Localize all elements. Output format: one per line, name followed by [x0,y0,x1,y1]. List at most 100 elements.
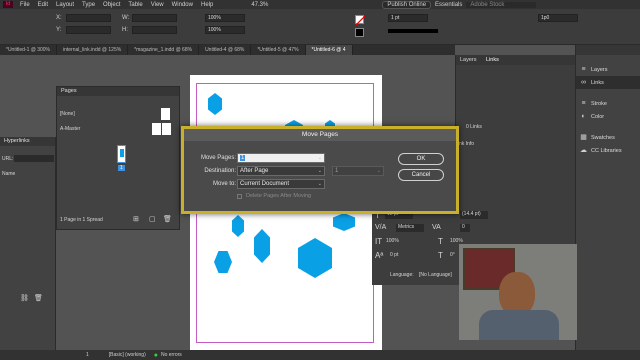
x-field[interactable] [66,14,111,22]
menu-object[interactable]: Object [99,2,124,8]
dock-swatches[interactable]: ▦ Swatches [576,131,640,144]
chevron-down-icon[interactable]: ⌄ [318,154,322,163]
cancel-button[interactable]: Cancel [398,169,444,181]
menu-help[interactable]: Help [197,2,217,8]
dock-links[interactable]: ∞ Links [576,76,640,89]
menu-edit[interactable]: Edit [34,2,52,8]
fill-swatch-icon[interactable] [355,15,366,26]
menu-file[interactable]: File [16,2,34,8]
url-field[interactable] [14,155,54,162]
h-label: H: [122,27,128,33]
name-column-header: Name [2,171,16,177]
menu-type[interactable]: Type [78,2,99,8]
a-master-label[interactable]: A-Master [60,126,80,132]
leading-field[interactable]: (14.4 pt) [460,211,488,219]
hyperlinks-panel: Hyperlinks URL: Name ⛓ 🗑 [0,137,56,350]
status-errors[interactable]: No errors [161,352,182,358]
dock-stroke-label: Stroke [591,100,607,107]
kerning-field[interactable]: Metrics [396,224,424,232]
dock-layers-label: Layers [591,66,608,73]
link-info-label[interactable]: nk Info [459,141,474,147]
tab-internal-link[interactable]: internal_link.indd @ 125% [57,45,129,55]
dock-stroke[interactable]: ≡ Stroke [576,97,640,110]
dock-color-label: Color [591,113,605,120]
delete-pages-checkbox[interactable] [237,194,242,199]
dialog-title: Move Pages [184,129,456,141]
language-label: Language: [390,272,414,278]
gutter-field[interactable]: 1p0 [538,14,578,22]
page-1-thumbnail[interactable] [117,145,126,163]
language-dropdown[interactable]: [No Language] [419,272,452,278]
chevron-down-icon: ⌄ [317,181,322,187]
y-label: Y: [56,27,62,33]
chevron-down-icon: ⌄ [376,168,381,174]
ok-button[interactable]: OK [398,153,444,165]
page-size-icon[interactable]: ⊞ [133,215,139,223]
color-icon: ◐ [581,113,586,120]
y-field[interactable] [66,26,111,34]
dock-swatches-label: Swatches [591,134,615,141]
tab-untitled-4[interactable]: Untitled-4 @ 68% [199,45,252,55]
links-icon: ∞ [581,79,586,86]
destination-value: After Page [240,168,269,174]
move-pages-dialog: Move Pages Move Pages: 1 ⌄ Destination: … [181,126,459,214]
character-panel: T 12 pt (14.4 pt) V/A Metrics VA 0 IT 10… [372,205,488,285]
stroke-weight-field[interactable]: 1 pt [388,14,428,22]
publish-online-button[interactable]: Publish Online [382,0,432,9]
h-field[interactable] [132,26,177,34]
vertical-scale-value[interactable]: 100% [386,238,399,244]
baseline-shift-icon: Aª [375,251,384,260]
url-label: URL: [2,156,14,162]
menu-table[interactable]: Table [124,2,146,8]
trash-icon[interactable]: 🗑 [34,294,43,302]
chain-link-icon[interactable]: ⛓ [20,294,29,302]
new-page-icon[interactable]: ▢ [149,215,156,223]
dock-cc-libraries[interactable]: ☁ CC Libraries [576,144,640,157]
move-pages-input[interactable]: 1 ⌄ [237,153,325,163]
horizontal-scale-icon: T [438,237,443,246]
control-bar: X: Y: W: H: 100% 100% 1 pt 1p0 [0,9,640,45]
none-master-label[interactable]: [None] [60,111,75,117]
status-style[interactable]: [Basic] (working) [109,352,146,358]
tab-untitled-5[interactable]: *Untitled-5 @ 47% [251,45,306,55]
swatches-icon: ▦ [580,134,587,141]
app-logo-icon: Id [3,1,13,8]
links-panel-tabs: Layers Links [456,55,576,65]
stock-search-input[interactable]: Adobe Stock [466,1,537,8]
scale-y-field[interactable]: 100% [205,26,245,34]
dock-layers[interactable]: ≡ Layers [576,63,640,76]
w-label: W: [122,15,130,21]
pages-count-label: 1 Page in 1 Spread [60,217,103,223]
zoom-level[interactable]: 47.3% [247,2,272,8]
dock-color[interactable]: ◐ Color [576,110,640,123]
a-master-left-thumbnail[interactable] [152,123,161,135]
none-master-thumbnail[interactable] [161,108,170,120]
stroke-type-preview[interactable] [388,29,438,33]
menu-layout[interactable]: Layout [52,2,78,8]
stroke-icon: ≡ [581,100,586,107]
skew-value[interactable]: 0° [450,252,455,258]
workspace-switcher[interactable]: Essentials [431,2,466,8]
tab-links[interactable]: Links [486,57,499,63]
menu-window[interactable]: Window [168,2,197,8]
status-page-number[interactable]: 1 [86,352,89,358]
tab-magazine[interactable]: *magazine_1.indd @ 68% [128,45,200,55]
baseline-shift-value[interactable]: 0 pt [390,252,398,258]
destination-page-dropdown[interactable]: 1 ⌄ [332,166,384,176]
tab-untitled-6[interactable]: *Untitled-6 @ 4 [305,45,353,55]
w-field[interactable] [132,14,177,22]
destination-dropdown[interactable]: After Page ⌄ [237,166,325,176]
a-master-right-thumbnail[interactable] [162,123,171,135]
trash-icon[interactable]: 🗑 [163,215,172,223]
pages-panel-title: Pages [57,87,179,96]
move-to-label: Move to: [212,181,236,187]
vertical-scale-icon: IT [375,237,383,246]
tab-untitled-1[interactable]: *Untitled-1 @ 300% [0,45,57,55]
stroke-swatch-icon[interactable] [355,28,364,37]
tracking-field[interactable]: 0 [460,224,470,232]
move-pages-value: 1 [240,155,246,161]
scale-x-field[interactable]: 100% [205,14,245,22]
tab-layers[interactable]: Layers [460,57,477,63]
move-to-dropdown[interactable]: Current Document ⌄ [237,179,325,189]
menu-view[interactable]: View [147,2,168,8]
